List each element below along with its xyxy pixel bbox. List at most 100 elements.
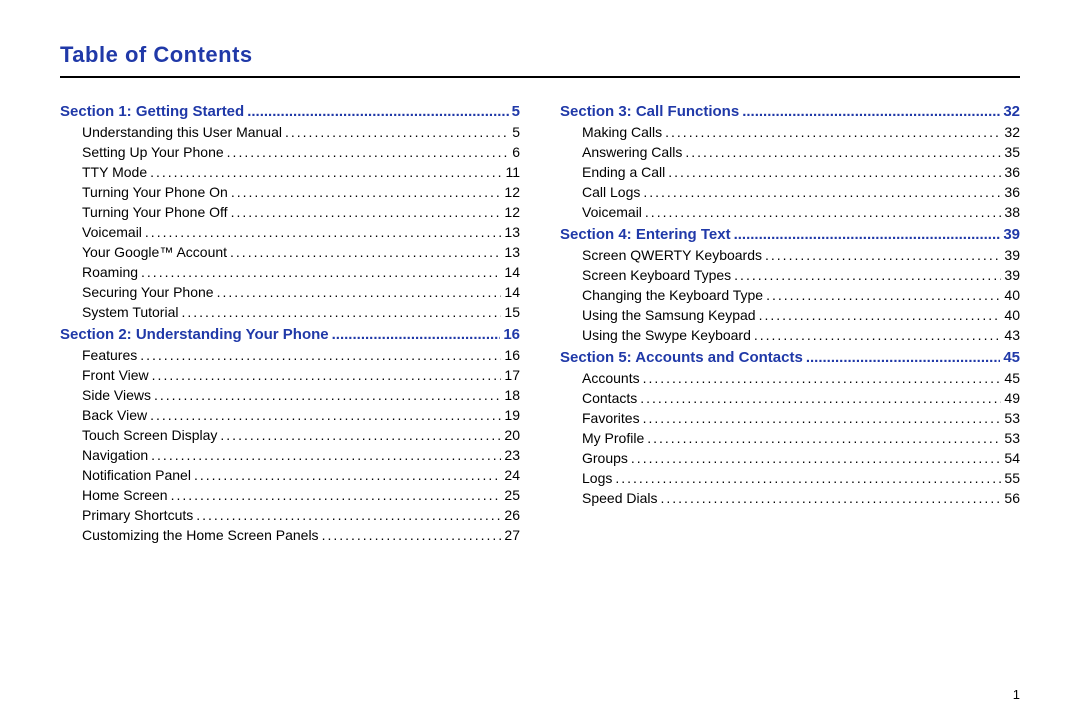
toc-entry-row[interactable]: Home Screen ............................… [60, 488, 520, 502]
toc-entry-page: 56 [1004, 491, 1020, 505]
toc-entry-row[interactable]: Setting Up Your Phone ..................… [60, 145, 520, 159]
toc-entry-page: 49 [1004, 391, 1020, 405]
toc-entry-row[interactable]: Using the Samsung Keypad ...............… [560, 308, 1020, 322]
toc-entry-page: 18 [504, 388, 520, 402]
toc-entry-label: Securing Your Phone [82, 285, 214, 299]
toc-leader: ........................................… [806, 350, 1001, 365]
toc-entry-label: Favorites [582, 411, 640, 425]
toc-entry-row[interactable]: Ending a Call ..........................… [560, 165, 1020, 179]
toc-leader: ........................................… [640, 391, 1001, 405]
toc-entry-row[interactable]: Voicemail ..............................… [560, 205, 1020, 219]
toc-entry-row[interactable]: Making Calls ...........................… [560, 125, 1020, 139]
toc-entry-row[interactable]: Primary Shortcuts ......................… [60, 508, 520, 522]
toc-entry-row[interactable]: Front View .............................… [60, 368, 520, 382]
toc-entry-row[interactable]: Back View ..............................… [60, 408, 520, 422]
toc-entry-page: 5 [512, 125, 520, 139]
toc-entry-row[interactable]: My Profile .............................… [560, 431, 1020, 445]
toc-entry-row[interactable]: Side Views .............................… [60, 388, 520, 402]
toc-leader: ........................................… [665, 125, 1001, 139]
toc-entry-row[interactable]: Call Logs ..............................… [560, 185, 1020, 199]
toc-entry-row[interactable]: Understanding this User Manual .........… [60, 125, 520, 139]
toc-leader: ........................................… [181, 305, 501, 319]
toc-entry-row[interactable]: Securing Your Phone ....................… [60, 285, 520, 299]
toc-entry-label: Understanding this User Manual [82, 125, 282, 139]
toc-entry-row[interactable]: Notification Panel .....................… [60, 468, 520, 482]
toc-section-row[interactable]: Section 5: Accounts and Contacts .......… [560, 350, 1020, 365]
toc-entry-page: 36 [1004, 165, 1020, 179]
toc-entry-page: 32 [1004, 125, 1020, 139]
toc-leader: ........................................… [643, 371, 1002, 385]
toc-entry-row[interactable]: Voicemail ..............................… [60, 225, 520, 239]
toc-leader: ........................................… [231, 205, 502, 219]
toc-entry-row[interactable]: Customizing the Home Screen Panels .....… [60, 528, 520, 542]
toc-entry-row[interactable]: Speed Dials ............................… [560, 491, 1020, 505]
toc-section-page: 39 [1003, 227, 1020, 242]
toc-entry-row[interactable]: Contacts ...............................… [560, 391, 1020, 405]
toc-leader: ........................................… [194, 468, 501, 482]
toc-entry-label: Primary Shortcuts [82, 508, 193, 522]
toc-entry-row[interactable]: Groups .................................… [560, 451, 1020, 465]
toc-entry-row[interactable]: Screen Keyboard Types ..................… [560, 268, 1020, 282]
toc-section-row[interactable]: Section 4: Entering Text ...............… [560, 227, 1020, 242]
title-rule [60, 76, 1020, 78]
toc-entry-row[interactable]: Logs ...................................… [560, 471, 1020, 485]
toc-leader: ........................................… [754, 328, 1002, 342]
toc-entry-label: System Tutorial [82, 305, 178, 319]
toc-entry-label: Back View [82, 408, 147, 422]
toc-entry-row[interactable]: Touch Screen Display ...................… [60, 428, 520, 442]
toc-section-label: Section 3: Call Functions [560, 104, 739, 119]
page: Table of Contents Section 1: Getting Sta… [0, 0, 1080, 720]
toc-entry-label: Side Views [82, 388, 151, 402]
page-title: Table of Contents [60, 42, 1020, 68]
toc-entry-page: 27 [504, 528, 520, 542]
toc-entry-row[interactable]: Favorites ..............................… [560, 411, 1020, 425]
toc-entry-page: 16 [504, 348, 520, 362]
toc-leader: ........................................… [322, 528, 502, 542]
toc-leader: ........................................… [647, 431, 1001, 445]
toc-column: Section 3: Call Functions ..............… [560, 96, 1020, 548]
toc-leader: ........................................… [742, 104, 1000, 119]
toc-entry-row[interactable]: System Tutorial ........................… [60, 305, 520, 319]
toc-entry-row[interactable]: Roaming ................................… [60, 265, 520, 279]
toc-leader: ........................................… [217, 285, 502, 299]
toc-entry-row[interactable]: Changing the Keyboard Type .............… [560, 288, 1020, 302]
toc-entry-label: Logs [582, 471, 612, 485]
toc-entry-row[interactable]: Using the Swype Keyboard ...............… [560, 328, 1020, 342]
toc-column: Section 1: Getting Started .............… [60, 96, 520, 548]
toc-entry-row[interactable]: Turning Your Phone On ..................… [60, 185, 520, 199]
toc-entry-label: Home Screen [82, 488, 168, 502]
toc-entry-label: Groups [582, 451, 628, 465]
toc-leader: ........................................… [150, 165, 502, 179]
toc-entry-page: 12 [504, 205, 520, 219]
toc-entry-label: Ending a Call [582, 165, 665, 179]
toc-entry-label: Accounts [582, 371, 640, 385]
toc-entry-page: 40 [1004, 308, 1020, 322]
toc-entry-row[interactable]: Navigation .............................… [60, 448, 520, 462]
toc-leader: ........................................… [247, 104, 508, 119]
toc-section-row[interactable]: Section 3: Call Functions ..............… [560, 104, 1020, 119]
toc-entry-page: 25 [504, 488, 520, 502]
toc-leader: ........................................… [759, 308, 1002, 322]
toc-entry-page: 40 [1004, 288, 1020, 302]
toc-entry-row[interactable]: TTY Mode ...............................… [60, 165, 520, 179]
toc-entry-row[interactable]: Your Google™ Account ...................… [60, 245, 520, 259]
toc-entry-row[interactable]: Screen QWERTY Keyboards ................… [560, 248, 1020, 262]
toc-entry-label: Screen QWERTY Keyboards [582, 248, 762, 262]
toc-leader: ........................................… [766, 288, 1001, 302]
toc-entry-row[interactable]: Features ...............................… [60, 348, 520, 362]
toc-section-row[interactable]: Section 1: Getting Started .............… [60, 104, 520, 119]
toc-leader: ........................................… [661, 491, 1002, 505]
toc-entry-row[interactable]: Accounts ...............................… [560, 371, 1020, 385]
toc-entry-page: 55 [1004, 471, 1020, 485]
toc-leader: ........................................… [668, 165, 1001, 179]
toc-leader: ........................................… [643, 411, 1002, 425]
toc-entry-row[interactable]: Answering Calls ........................… [560, 145, 1020, 159]
toc-entry-label: Customizing the Home Screen Panels [82, 528, 319, 542]
toc-entry-label: Voicemail [82, 225, 142, 239]
toc-entry-page: 43 [1004, 328, 1020, 342]
toc-entry-page: 38 [1004, 205, 1020, 219]
toc-entry-page: 53 [1004, 431, 1020, 445]
toc-entry-row[interactable]: Turning Your Phone Off .................… [60, 205, 520, 219]
toc-entry-label: TTY Mode [82, 165, 147, 179]
toc-section-row[interactable]: Section 2: Understanding Your Phone ....… [60, 327, 520, 342]
